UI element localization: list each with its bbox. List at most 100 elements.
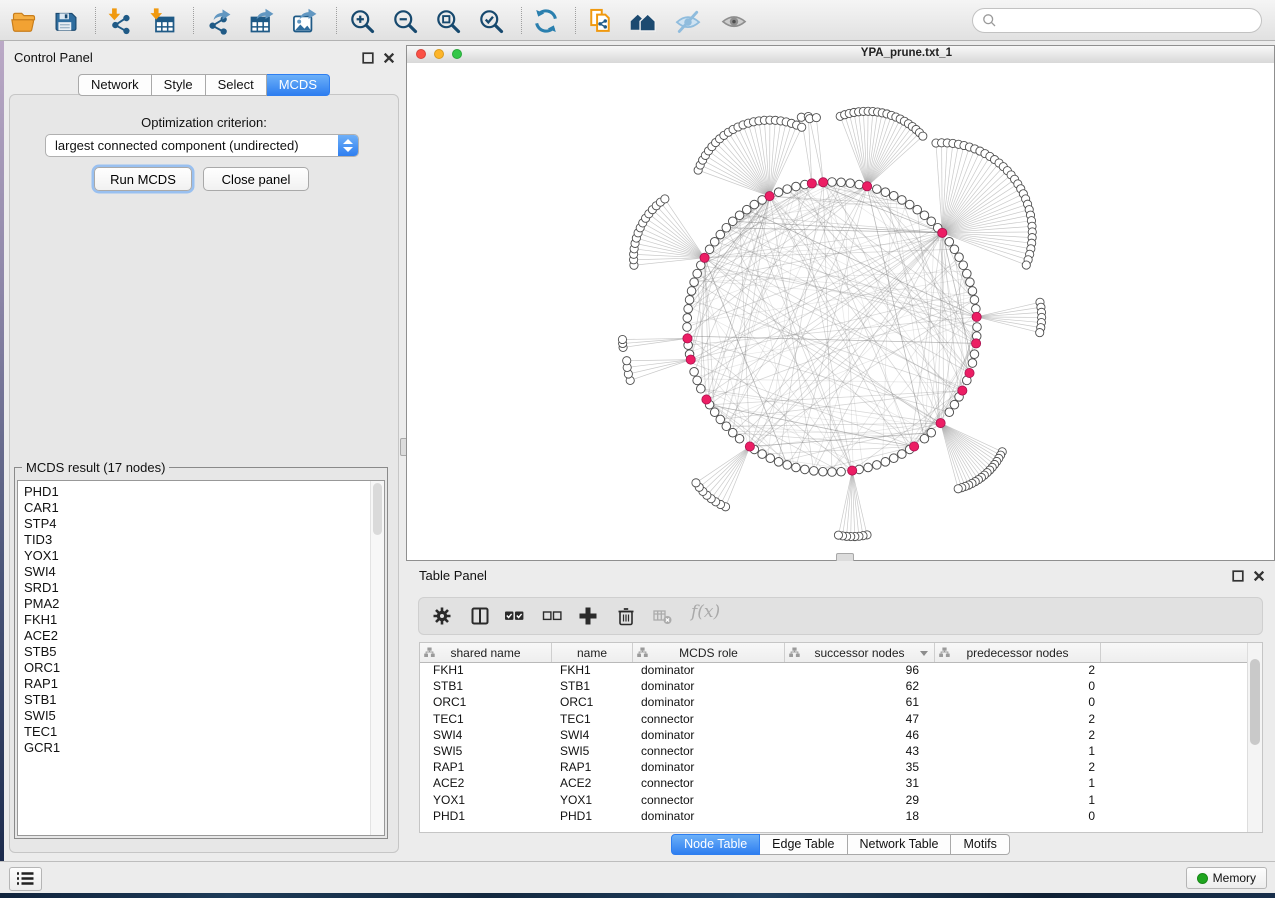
mcds-result-item[interactable]: SWI4 bbox=[24, 564, 384, 580]
table-options-button[interactable] bbox=[431, 605, 455, 629]
table-cell[interactable]: connector bbox=[633, 712, 785, 726]
maximize-window-icon[interactable] bbox=[452, 49, 462, 59]
table-cell[interactable]: ORC1 bbox=[420, 695, 552, 709]
show-task-history-button[interactable] bbox=[9, 867, 42, 891]
table-cell[interactable]: 62 bbox=[785, 679, 935, 693]
first-neighbors-button[interactable] bbox=[627, 5, 659, 37]
tab-mcds[interactable]: MCDS bbox=[267, 74, 330, 96]
tab-network[interactable]: Network bbox=[78, 74, 152, 96]
import-network-button[interactable] bbox=[104, 5, 136, 37]
toggle-columns-button[interactable] bbox=[469, 605, 493, 629]
column-header-MCDS-role[interactable]: MCDS role bbox=[633, 643, 785, 662]
table-cell[interactable]: YOX1 bbox=[552, 793, 633, 807]
zoom-selected-button[interactable] bbox=[475, 5, 507, 37]
mcds-result-item[interactable]: STB5 bbox=[24, 644, 384, 660]
column-header-name[interactable]: name bbox=[552, 643, 633, 662]
float-panel-icon[interactable] bbox=[1232, 569, 1244, 581]
table-row[interactable]: TEC1TEC1connector472 bbox=[420, 711, 1248, 727]
tab-style[interactable]: Style bbox=[152, 74, 206, 96]
mcds-result-item[interactable]: GCR1 bbox=[24, 740, 384, 756]
apply-layout-button[interactable] bbox=[530, 5, 562, 37]
close-panel-icon[interactable] bbox=[1253, 569, 1265, 581]
open-session-button[interactable] bbox=[8, 5, 40, 37]
table-cell[interactable]: dominator bbox=[633, 728, 785, 742]
function-builder-button[interactable]: f(x) bbox=[691, 602, 720, 622]
table-cell[interactable]: dominator bbox=[633, 809, 785, 823]
table-cell[interactable]: 1 bbox=[935, 744, 1101, 758]
column-header-shared-name[interactable]: shared name bbox=[420, 643, 552, 662]
table-cell[interactable]: 31 bbox=[785, 776, 935, 790]
table-cell[interactable]: PHD1 bbox=[552, 809, 633, 823]
delete-table-button[interactable] bbox=[651, 605, 675, 629]
table-cell[interactable]: ACE2 bbox=[420, 776, 552, 790]
table-cell[interactable]: 46 bbox=[785, 728, 935, 742]
table-cell[interactable]: STB1 bbox=[552, 679, 633, 693]
column-header-successor-nodes[interactable]: successor nodes bbox=[785, 643, 935, 662]
close-panel-icon[interactable] bbox=[383, 51, 395, 63]
table-cell[interactable]: 0 bbox=[935, 679, 1101, 693]
export-table-button[interactable] bbox=[246, 5, 278, 37]
mcds-result-item[interactable]: RAP1 bbox=[24, 676, 384, 692]
mcds-result-item[interactable]: TID3 bbox=[24, 532, 384, 548]
column-header-predecessor-nodes[interactable]: predecessor nodes bbox=[935, 643, 1101, 662]
table-cell[interactable]: SWI4 bbox=[420, 728, 552, 742]
table-cell[interactable]: dominator bbox=[633, 679, 785, 693]
delete-columns-button[interactable] bbox=[615, 605, 639, 629]
table-cell[interactable]: STB1 bbox=[420, 679, 552, 693]
table-cell[interactable]: 1 bbox=[935, 776, 1101, 790]
zoom-in-button[interactable] bbox=[346, 5, 378, 37]
table-cell[interactable]: 29 bbox=[785, 793, 935, 807]
select-all-columns-button[interactable] bbox=[503, 605, 527, 629]
mcds-list-scrollbar[interactable] bbox=[370, 481, 384, 835]
table-row[interactable]: PHD1PHD1dominator180 bbox=[420, 808, 1248, 824]
table-row[interactable]: SWI5SWI5connector431 bbox=[420, 743, 1248, 759]
mcds-result-item[interactable]: YOX1 bbox=[24, 548, 384, 564]
close-panel-button[interactable]: Close panel bbox=[203, 167, 309, 191]
tab-edge-table[interactable]: Edge Table bbox=[760, 834, 847, 855]
zoom-fit-button[interactable] bbox=[432, 5, 464, 37]
table-row[interactable]: ORC1ORC1dominator610 bbox=[420, 694, 1248, 710]
zoom-out-button[interactable] bbox=[389, 5, 421, 37]
table-cell[interactable]: ACE2 bbox=[552, 776, 633, 790]
mcds-result-item[interactable]: PMA2 bbox=[24, 596, 384, 612]
table-cell[interactable]: TEC1 bbox=[552, 712, 633, 726]
table-cell[interactable]: PHD1 bbox=[420, 809, 552, 823]
search-input[interactable] bbox=[997, 13, 1261, 29]
table-row[interactable]: ACE2ACE2connector311 bbox=[420, 775, 1248, 791]
table-scrollbar[interactable] bbox=[1247, 643, 1262, 832]
table-cell[interactable]: dominator bbox=[633, 760, 785, 774]
table-cell[interactable]: SWI5 bbox=[552, 744, 633, 758]
table-cell[interactable]: 2 bbox=[935, 663, 1101, 677]
table-cell[interactable]: 0 bbox=[935, 809, 1101, 823]
mcds-result-item[interactable]: SRD1 bbox=[24, 580, 384, 596]
tab-select[interactable]: Select bbox=[206, 74, 267, 96]
table-row[interactable]: FKH1FKH1dominator962 bbox=[420, 662, 1248, 678]
scrollbar-thumb[interactable] bbox=[1250, 659, 1260, 745]
table-cell[interactable]: RAP1 bbox=[420, 760, 552, 774]
table-cell[interactable]: connector bbox=[633, 793, 785, 807]
close-window-icon[interactable] bbox=[416, 49, 426, 59]
criterion-dropdown[interactable]: largest connected component (undirected) bbox=[45, 134, 359, 157]
tab-network-table[interactable]: Network Table bbox=[848, 834, 952, 855]
mcds-result-item[interactable]: PHD1 bbox=[24, 484, 384, 500]
import-table-button[interactable] bbox=[147, 5, 179, 37]
table-cell[interactable]: 61 bbox=[785, 695, 935, 709]
mcds-result-item[interactable]: SWI5 bbox=[24, 708, 384, 724]
minimize-window-icon[interactable] bbox=[434, 49, 444, 59]
mcds-result-item[interactable]: FKH1 bbox=[24, 612, 384, 628]
table-row[interactable]: STB1STB1dominator620 bbox=[420, 678, 1248, 694]
table-row[interactable]: SWI4SWI4dominator462 bbox=[420, 727, 1248, 743]
table-cell[interactable]: 2 bbox=[935, 728, 1101, 742]
clone-network-button[interactable] bbox=[584, 5, 616, 37]
table-cell[interactable]: connector bbox=[633, 776, 785, 790]
table-cell[interactable]: YOX1 bbox=[420, 793, 552, 807]
table-cell[interactable]: 0 bbox=[935, 695, 1101, 709]
table-cell[interactable]: SWI4 bbox=[552, 728, 633, 742]
export-network-button[interactable] bbox=[203, 5, 235, 37]
table-cell[interactable]: 47 bbox=[785, 712, 935, 726]
table-cell[interactable]: 43 bbox=[785, 744, 935, 758]
table-cell[interactable]: SWI5 bbox=[420, 744, 552, 758]
table-cell[interactable]: FKH1 bbox=[420, 663, 552, 677]
table-cell[interactable]: connector bbox=[633, 744, 785, 758]
table-cell[interactable]: 96 bbox=[785, 663, 935, 677]
